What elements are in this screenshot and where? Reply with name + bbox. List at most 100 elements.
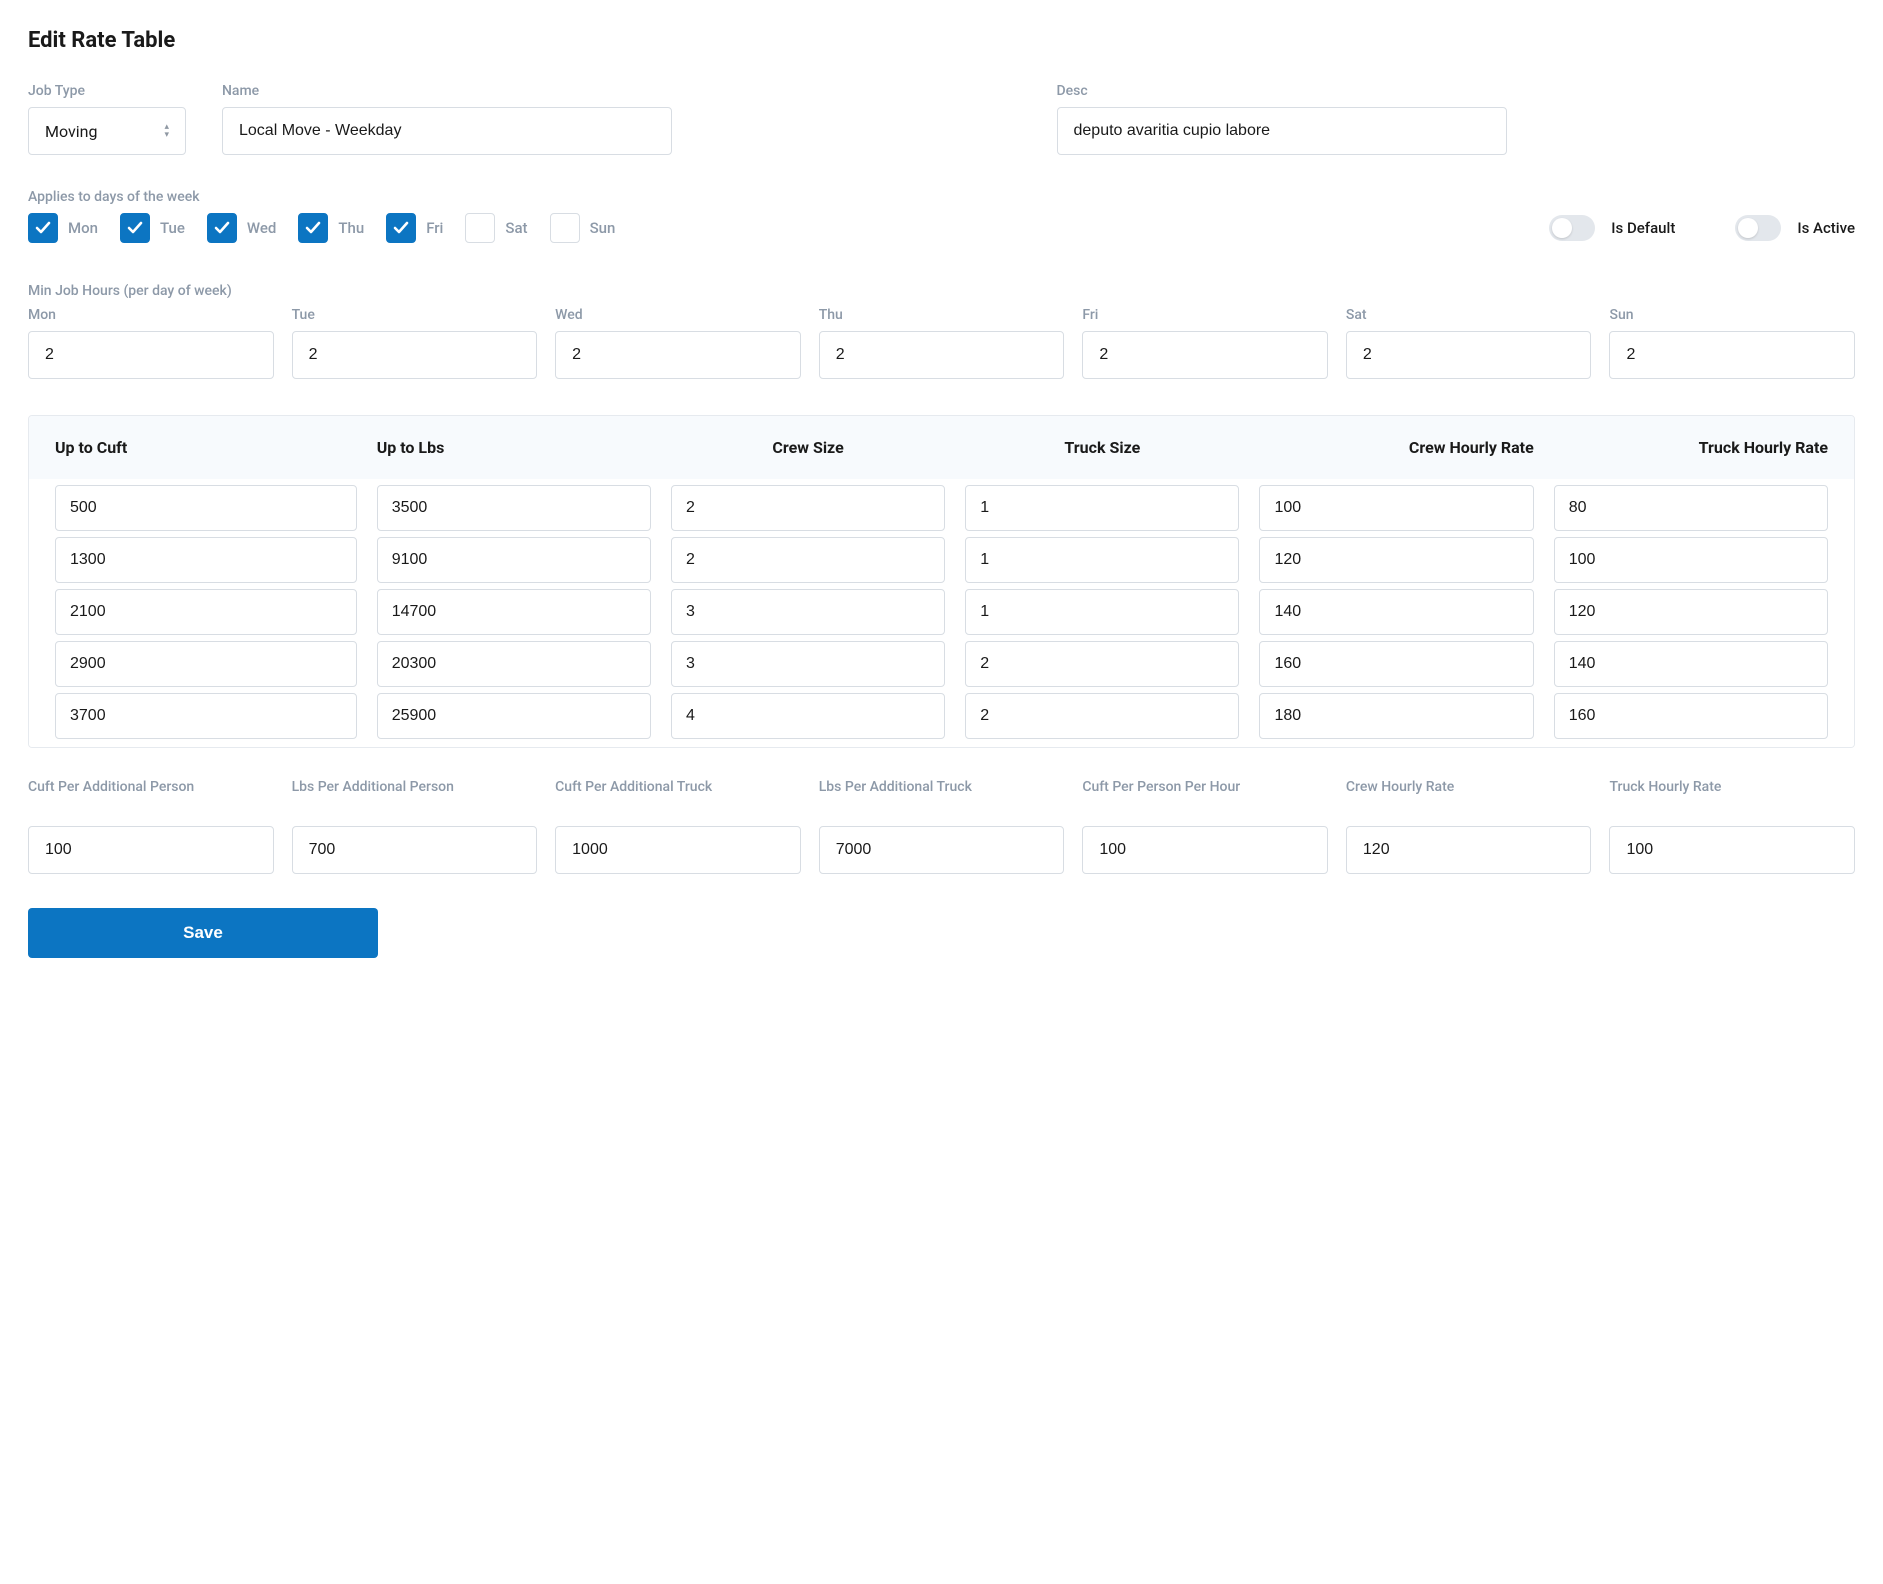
day-label-tue: Tue (160, 219, 185, 237)
rate-crew-input[interactable] (671, 641, 945, 687)
day-label-sun: Sun (590, 219, 616, 237)
th-crew-size: Crew Size (671, 438, 945, 457)
job-type-select[interactable]: Moving ▴▾ (28, 107, 186, 155)
rate-lbs-input[interactable] (377, 589, 651, 635)
checkbox-tue[interactable] (120, 213, 150, 243)
table-row (29, 479, 1854, 531)
rate-crew-input[interactable] (671, 693, 945, 739)
th-truck-rate: Truck Hourly Rate (1554, 438, 1828, 457)
toggle-is-active[interactable] (1735, 215, 1781, 241)
th-cuft: Up to Cuft (55, 438, 357, 457)
chevron-updown-icon: ▴▾ (164, 124, 169, 139)
rate-crewRate-input[interactable] (1259, 537, 1533, 583)
checkbox-wed[interactable] (207, 213, 237, 243)
th-lbs: Up to Lbs (377, 438, 651, 457)
rate-truck-input[interactable] (965, 641, 1239, 687)
rate-crew-input[interactable] (671, 537, 945, 583)
name-input[interactable] (222, 107, 672, 155)
addl-lbs-truck-label: Lbs Per Additional Truck (819, 778, 1065, 818)
rate-truckRate-input[interactable] (1554, 641, 1828, 687)
rate-truck-input[interactable] (965, 537, 1239, 583)
mjh-label-sat: Sat (1346, 307, 1592, 323)
rate-lbs-input[interactable] (377, 641, 651, 687)
name-label: Name (222, 83, 1021, 99)
addl-truck-rate-input[interactable] (1609, 826, 1855, 874)
desc-label: Desc (1057, 83, 1856, 99)
rate-cuft-input[interactable] (55, 537, 357, 583)
day-label-mon: Mon (68, 219, 98, 237)
rate-truckRate-input[interactable] (1554, 693, 1828, 739)
addl-truck-rate-label: Truck Hourly Rate (1609, 778, 1855, 818)
mjh-input-tue[interactable] (292, 331, 538, 379)
save-button[interactable]: Save (28, 908, 378, 958)
addl-crew-rate-label: Crew Hourly Rate (1346, 778, 1592, 818)
checkbox-thu[interactable] (298, 213, 328, 243)
rate-truck-input[interactable] (965, 589, 1239, 635)
mjh-input-fri[interactable] (1082, 331, 1328, 379)
days-section-label: Applies to days of the week (28, 189, 1855, 205)
checkbox-sun[interactable] (550, 213, 580, 243)
rate-truck-input[interactable] (965, 485, 1239, 531)
min-job-hours-label: Min Job Hours (per day of week) (28, 283, 1855, 299)
rate-lbs-input[interactable] (377, 693, 651, 739)
addl-cuft-person-hour-label: Cuft Per Person Per Hour (1082, 778, 1328, 818)
addl-lbs-person-input[interactable] (292, 826, 538, 874)
day-label-fri: Fri (426, 219, 443, 237)
table-row (29, 687, 1854, 739)
checkbox-sat[interactable] (465, 213, 495, 243)
th-truck-size: Truck Size (965, 438, 1239, 457)
rate-lbs-input[interactable] (377, 537, 651, 583)
rate-truckRate-input[interactable] (1554, 485, 1828, 531)
desc-input[interactable] (1057, 107, 1507, 155)
mjh-label-thu: Thu (819, 307, 1065, 323)
mjh-input-sun[interactable] (1609, 331, 1855, 379)
job-type-label: Job Type (28, 83, 186, 99)
addl-lbs-person-label: Lbs Per Additional Person (292, 778, 538, 818)
checkbox-fri[interactable] (386, 213, 416, 243)
mjh-input-thu[interactable] (819, 331, 1065, 379)
addl-cuft-person-input[interactable] (28, 826, 274, 874)
rate-crewRate-input[interactable] (1259, 485, 1533, 531)
day-label-wed: Wed (247, 219, 276, 237)
mjh-label-tue: Tue (292, 307, 538, 323)
addl-cuft-truck-label: Cuft Per Additional Truck (555, 778, 801, 818)
addl-lbs-truck-input[interactable] (819, 826, 1065, 874)
mjh-label-mon: Mon (28, 307, 274, 323)
job-type-value: Moving (45, 122, 97, 141)
mjh-input-sat[interactable] (1346, 331, 1592, 379)
day-label-sat: Sat (505, 219, 527, 237)
addl-cuft-truck-input[interactable] (555, 826, 801, 874)
day-label-thu: Thu (338, 219, 364, 237)
rate-crewRate-input[interactable] (1259, 589, 1533, 635)
mjh-input-mon[interactable] (28, 331, 274, 379)
th-crew-rate: Crew Hourly Rate (1259, 438, 1533, 457)
rate-crew-input[interactable] (671, 589, 945, 635)
rate-cuft-input[interactable] (55, 693, 357, 739)
addl-cuft-person-hour-input[interactable] (1082, 826, 1328, 874)
rate-crew-input[interactable] (671, 485, 945, 531)
rate-crewRate-input[interactable] (1259, 693, 1533, 739)
rate-truckRate-input[interactable] (1554, 537, 1828, 583)
checkbox-mon[interactable] (28, 213, 58, 243)
mjh-input-wed[interactable] (555, 331, 801, 379)
mjh-label-wed: Wed (555, 307, 801, 323)
toggle-is-active-label: Is Active (1797, 219, 1855, 237)
rate-truckRate-input[interactable] (1554, 589, 1828, 635)
rate-truck-input[interactable] (965, 693, 1239, 739)
rate-cuft-input[interactable] (55, 589, 357, 635)
addl-crew-rate-input[interactable] (1346, 826, 1592, 874)
table-row (29, 635, 1854, 687)
mjh-label-fri: Fri (1082, 307, 1328, 323)
rate-lbs-input[interactable] (377, 485, 651, 531)
rate-cuft-input[interactable] (55, 641, 357, 687)
addl-cuft-person-label: Cuft Per Additional Person (28, 778, 274, 818)
rate-table: Up to Cuft Up to Lbs Crew Size Truck Siz… (28, 415, 1855, 748)
rate-crewRate-input[interactable] (1259, 641, 1533, 687)
rate-cuft-input[interactable] (55, 485, 357, 531)
toggle-is-default[interactable] (1549, 215, 1595, 241)
table-row (29, 531, 1854, 583)
page-title: Edit Rate Table (28, 28, 1855, 53)
toggle-is-default-label: Is Default (1611, 219, 1675, 237)
table-row (29, 583, 1854, 635)
mjh-label-sun: Sun (1609, 307, 1855, 323)
